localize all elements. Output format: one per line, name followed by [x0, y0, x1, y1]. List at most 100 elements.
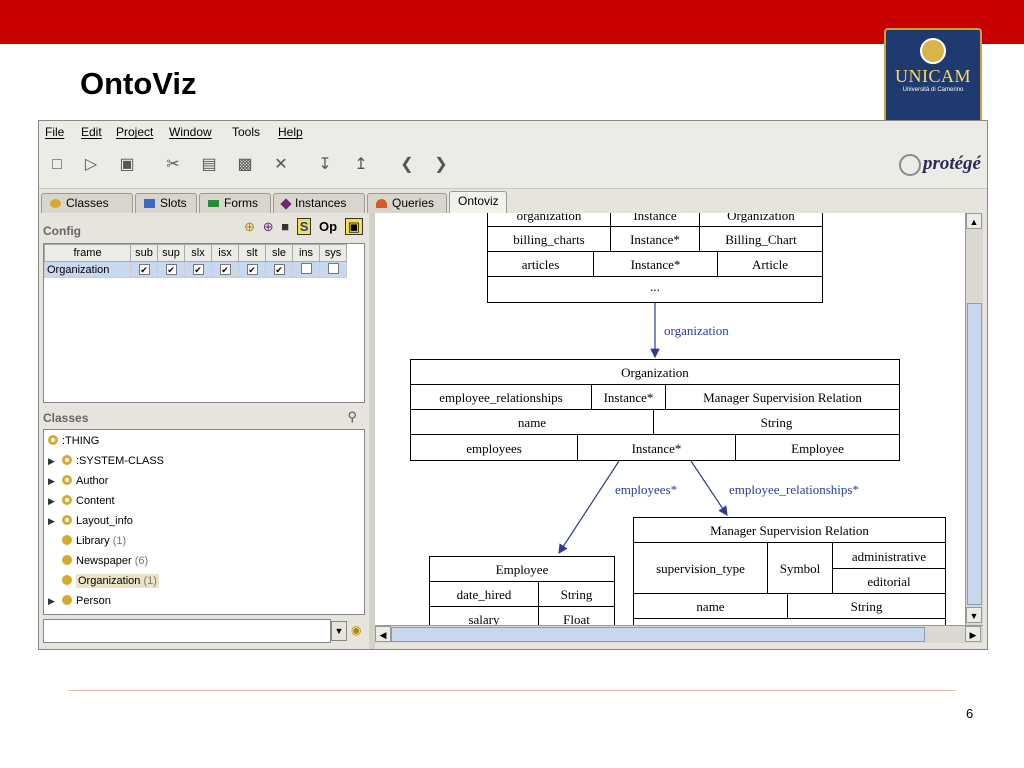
employee-title[interactable]: Employee	[429, 556, 615, 582]
expand-icon[interactable]: ▶	[48, 492, 62, 511]
query-icon	[376, 199, 387, 209]
tab-label: Classes	[66, 196, 109, 210]
ontoviz-canvas[interactable]: organization Instance Organization billi…	[375, 213, 965, 625]
add-instance-icon[interactable]: ⊕	[263, 219, 274, 234]
col-isx[interactable]: isx	[211, 244, 239, 262]
s-button[interactable]: S	[296, 218, 312, 235]
horizontal-scroll-thumb[interactable]	[391, 627, 925, 642]
instance-icon	[280, 198, 292, 210]
slide-title: OntoViz	[80, 66, 197, 101]
op-button[interactable]: Op	[319, 219, 337, 234]
logo-name: UNICAM	[894, 66, 971, 86]
remove-icon[interactable]: ■	[281, 219, 289, 234]
edge-label-employees: employees*	[615, 482, 678, 497]
classes-header: Classes	[43, 411, 89, 425]
horizontal-scrollbar[interactable]: ◀ ▶	[375, 625, 983, 643]
frame-name[interactable]: Organization	[44, 261, 131, 278]
tree-item[interactable]: ▶ Person	[48, 592, 111, 611]
menu-project[interactable]: Project	[116, 125, 153, 139]
slot-type-cell: Float	[538, 606, 615, 625]
paste-icon[interactable]: ▩	[235, 155, 255, 175]
new-file-icon[interactable]: □	[47, 155, 67, 175]
add-class-icon[interactable]: ⊕	[244, 219, 255, 234]
tree-item[interactable]: ▶ Layout_info	[48, 512, 133, 531]
copy-icon[interactable]: ▤	[199, 155, 219, 175]
slot-type-cell: String	[653, 409, 900, 435]
col-sle[interactable]: sle	[265, 244, 293, 262]
checkbox-isx[interactable]: ✔	[211, 261, 239, 278]
class-icon	[62, 595, 72, 605]
col-sub[interactable]: sub	[130, 244, 158, 262]
menu-help[interactable]: Help	[278, 125, 303, 139]
col-slt[interactable]: slt	[238, 244, 266, 262]
vertical-scroll-thumb[interactable]	[967, 303, 982, 605]
col-ins[interactable]: ins	[292, 244, 320, 262]
checkbox-ins[interactable]	[292, 261, 320, 278]
expand-icon[interactable]: ▶	[48, 592, 62, 611]
tree-item-label: :SYSTEM-CLASS	[76, 455, 165, 467]
tree-item[interactable]: Library (1)	[62, 532, 126, 551]
forward-icon[interactable]: ❯	[431, 155, 451, 175]
checkbox-sub[interactable]: ✔	[130, 261, 158, 278]
tree-item[interactable]: ▶ Content	[48, 492, 115, 511]
tab-classes[interactable]: Classes	[41, 193, 133, 213]
organization-title[interactable]: Organization	[410, 359, 900, 385]
col-sys[interactable]: sys	[319, 244, 347, 262]
menu-file[interactable]: File	[45, 125, 64, 139]
col-frame[interactable]: frame	[44, 244, 131, 262]
tree-item[interactable]: :THING	[48, 432, 99, 451]
tree-item-label: Layout_info	[76, 515, 133, 527]
vertical-scrollbar[interactable]: ▲ ▼	[965, 213, 983, 625]
instance-count: (6)	[134, 555, 149, 567]
menu-window[interactable]: Window	[169, 125, 212, 139]
config-row[interactable]: Organization ✔ ✔ ✔ ✔ ✔ ✔	[44, 261, 347, 278]
tab-queries[interactable]: Queries	[367, 193, 447, 213]
export-icon[interactable]: ↥	[351, 155, 371, 175]
form-icon	[208, 200, 219, 208]
scroll-right-icon[interactable]: ▶	[965, 626, 981, 642]
tab-forms[interactable]: Forms	[199, 193, 271, 213]
scroll-up-icon[interactable]: ▲	[966, 213, 982, 229]
delete-icon[interactable]: ✕	[271, 155, 291, 175]
msr-title[interactable]: Manager Supervision Relation	[633, 517, 946, 543]
tab-ontoviz[interactable]: Ontoviz	[449, 191, 507, 213]
tree-item[interactable]: ▶ Author	[48, 472, 108, 491]
open-folder-icon[interactable]: ▷	[81, 155, 101, 175]
slot-name-cell: employee_relationships	[410, 384, 592, 410]
tree-item-selected[interactable]: Organization (1)	[62, 572, 159, 591]
slot-name-cell: organization	[487, 213, 611, 227]
tab-slots[interactable]: Slots	[135, 193, 197, 213]
tab-label: Queries	[392, 196, 435, 210]
save-icon[interactable]: ▣	[117, 155, 137, 175]
col-sup[interactable]: sup	[157, 244, 185, 262]
expand-icon[interactable]: ▶	[48, 472, 62, 491]
protege-window: File Edit Project Window Tools Help □ ▷ …	[38, 120, 988, 650]
config-option-icon[interactable]: ▣	[344, 218, 363, 235]
expand-icon[interactable]: ▶	[48, 452, 62, 471]
left-panel: Config ⊕ ⊕ ■ S Op ▣ frame sub sup slx is…	[41, 213, 369, 649]
search-class-icon[interactable]: ⚲	[347, 409, 357, 425]
symbol-value-cell: editorial	[832, 568, 946, 594]
checkbox-slt[interactable]: ✔	[238, 261, 266, 278]
menu-tools[interactable]: Tools	[232, 125, 260, 139]
checkbox-sys[interactable]	[319, 261, 347, 278]
scroll-left-icon[interactable]: ◀	[375, 626, 391, 642]
import-icon[interactable]: ↧	[315, 155, 335, 175]
expand-icon[interactable]: ▶	[48, 512, 62, 531]
slot-name-cell: name	[410, 409, 654, 435]
tree-item[interactable]: Newspaper (6)	[62, 552, 148, 571]
tab-instances[interactable]: Instances	[273, 193, 365, 213]
checkbox-slx[interactable]: ✔	[184, 261, 212, 278]
menu-edit[interactable]: Edit	[81, 125, 102, 139]
tree-item[interactable]: ▶ :SYSTEM-CLASS	[48, 452, 164, 471]
checkbox-sup[interactable]: ✔	[157, 261, 185, 278]
dropdown-button[interactable]: ▼	[331, 621, 347, 641]
class-search-input[interactable]	[43, 619, 331, 643]
cut-icon[interactable]: ✂	[163, 155, 183, 175]
binoculars-icon[interactable]: ◉	[351, 623, 361, 637]
col-slx[interactable]: slx	[184, 244, 212, 262]
checkbox-sle[interactable]: ✔	[265, 261, 293, 278]
back-icon[interactable]: ❮	[397, 155, 417, 175]
tree-item-label: Person	[76, 595, 111, 607]
scroll-down-icon[interactable]: ▼	[966, 607, 982, 623]
